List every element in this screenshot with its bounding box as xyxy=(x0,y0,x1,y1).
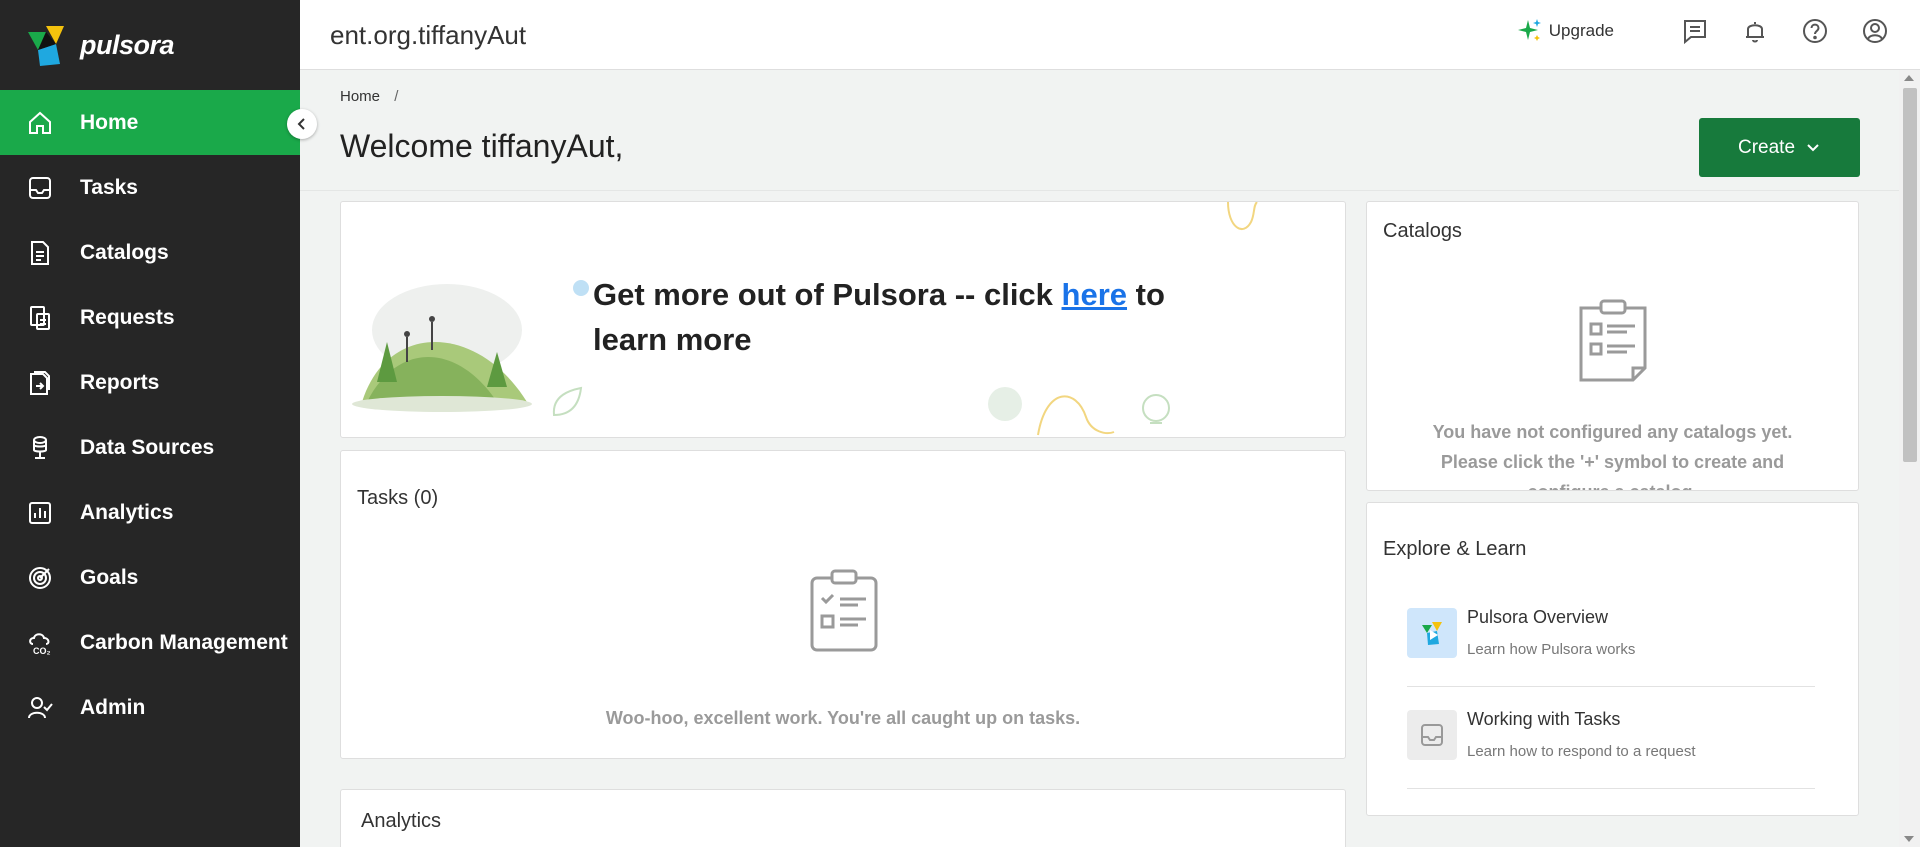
sidebar-nav: Home Tasks Catalogs Requests Reports Dat… xyxy=(0,90,300,740)
pulsora-logo-icon xyxy=(24,22,70,68)
sidebar-item-label: Data Sources xyxy=(80,435,215,459)
sidebar: pulsora Home Tasks Catalogs Requests Rep… xyxy=(0,0,300,847)
explore-item-overview[interactable]: Pulsora Overview Learn how Pulsora works xyxy=(1407,587,1815,687)
sidebar-item-label: Carbon Management xyxy=(80,630,288,654)
explore-item-subtitle: Learn how Pulsora works xyxy=(1467,641,1636,658)
sidebar-item-label: Goals xyxy=(80,565,139,589)
tasks-card: Tasks (0) Woo-hoo, excellent work. You'r… xyxy=(340,450,1346,759)
tasks-card-title: Tasks (0) xyxy=(357,487,439,509)
org-name: ent.org.tiffanyAut xyxy=(330,20,527,50)
sidebar-collapse-button[interactable] xyxy=(287,109,317,139)
learn-more-link[interactable]: here xyxy=(1062,277,1127,312)
sidebar-item-requests[interactable]: Requests xyxy=(0,285,300,350)
help-icon[interactable] xyxy=(1800,16,1830,46)
clipboard-list-icon xyxy=(1579,299,1647,382)
bar-chart-icon xyxy=(26,499,54,527)
notifications-bell-icon[interactable] xyxy=(1740,16,1770,46)
sidebar-item-label: Tasks xyxy=(80,175,138,199)
sidebar-item-goals[interactable]: Goals xyxy=(0,545,300,610)
header-divider xyxy=(300,190,1900,191)
breadcrumb-separator: / xyxy=(394,88,399,105)
play-video-icon xyxy=(1407,608,1457,658)
header-actions: Upgrade xyxy=(1517,16,1890,46)
explore-item-title: Working with Tasks xyxy=(1467,709,1621,729)
svg-text:CO₂: CO₂ xyxy=(33,646,51,656)
sidebar-item-home[interactable]: Home xyxy=(0,90,300,155)
user-check-icon xyxy=(26,694,54,722)
wave-decoration-icon xyxy=(1037,395,1115,436)
logo-text: pulsora xyxy=(80,29,175,60)
create-button-label: Create xyxy=(1737,136,1796,158)
upgrade-label: Upgrade xyxy=(1548,21,1614,40)
circle-decoration xyxy=(988,387,1022,421)
explore-learn-card: Explore & Learn Pulsora Overview Learn h… xyxy=(1366,502,1859,816)
clipboard-checklist-icon xyxy=(810,569,878,652)
explore-card-title: Explore & Learn xyxy=(1383,538,1527,560)
database-icon xyxy=(26,434,54,462)
breadcrumb-home-link[interactable]: Home xyxy=(340,88,380,105)
page-scrollbar[interactable] xyxy=(1899,70,1920,847)
user-account-icon[interactable] xyxy=(1860,16,1890,46)
scroll-up-arrow-icon[interactable] xyxy=(1904,75,1914,81)
scroll-down-arrow-icon[interactable] xyxy=(1904,836,1914,842)
promo-banner: Get more out of Pulsora -- click here to… xyxy=(340,201,1346,438)
squiggle-decoration-icon xyxy=(1227,202,1258,230)
sidebar-item-analytics[interactable]: Analytics xyxy=(0,480,300,545)
scroll-thumb[interactable] xyxy=(1903,88,1917,462)
sidebar-item-reports[interactable]: Reports xyxy=(0,350,300,415)
create-button[interactable]: Create xyxy=(1699,118,1860,177)
analytics-card-title: Analytics xyxy=(361,810,442,832)
explore-item-tasks[interactable]: Working with Tasks Learn how to respond … xyxy=(1407,689,1815,789)
document-icon xyxy=(26,239,54,267)
tasks-inbox-icon xyxy=(1407,710,1457,760)
analytics-card: Analytics xyxy=(340,789,1346,847)
explore-item-title: Pulsora Overview xyxy=(1467,607,1609,627)
co2-cloud-icon: CO₂ xyxy=(26,629,54,657)
explore-item-subtitle: Learn how to respond to a request xyxy=(1467,743,1696,760)
banner-text-before: Get more out of Pulsora -- click xyxy=(593,277,1062,312)
inbox-icon xyxy=(26,174,54,202)
top-header: ent.org.tiffanyAut Upgrade xyxy=(300,0,1920,70)
upgrade-button[interactable]: Upgrade xyxy=(1517,18,1614,44)
sidebar-item-catalogs[interactable]: Catalogs xyxy=(0,220,300,285)
sparkle-icon xyxy=(1517,19,1541,41)
sidebar-item-carbon-management[interactable]: CO₂ Carbon Management xyxy=(0,610,300,675)
hill-illustration-icon xyxy=(352,284,532,412)
banner-message: Get more out of Pulsora -- click here to… xyxy=(593,272,1193,362)
home-icon xyxy=(26,109,54,137)
messages-icon[interactable] xyxy=(1680,16,1710,46)
target-icon xyxy=(26,564,54,592)
report-export-icon xyxy=(26,369,54,397)
sidebar-item-label: Reports xyxy=(80,370,160,394)
sidebar-item-label: Requests xyxy=(80,305,175,329)
chevron-left-icon xyxy=(297,118,305,130)
catalogs-card-title: Catalogs xyxy=(1383,220,1462,242)
breadcrumb: Home / xyxy=(340,88,398,105)
catalogs-empty-message: You have not configured any catalogs yet… xyxy=(1432,422,1793,490)
bulb-decoration-icon xyxy=(1142,394,1170,424)
page-title: Welcome tiffanyAut, xyxy=(340,128,624,164)
dot-decoration xyxy=(573,280,589,296)
logo[interactable]: pulsora xyxy=(0,0,300,90)
requests-icon xyxy=(26,304,54,332)
chevron-down-icon xyxy=(1807,143,1819,151)
tasks-empty-message: Woo-hoo, excellent work. You're all caug… xyxy=(605,708,1081,728)
sidebar-item-label: Catalogs xyxy=(80,240,169,264)
sidebar-item-label: Admin xyxy=(80,695,146,719)
sidebar-item-label: Home xyxy=(80,110,139,134)
sidebar-item-label: Analytics xyxy=(80,500,174,524)
leaf-decoration-icon xyxy=(552,386,583,417)
sidebar-item-tasks[interactable]: Tasks xyxy=(0,155,300,220)
sidebar-item-data-sources[interactable]: Data Sources xyxy=(0,415,300,480)
catalogs-card: Catalogs You have not configured any cat… xyxy=(1366,201,1859,491)
sidebar-item-admin[interactable]: Admin xyxy=(0,675,300,740)
